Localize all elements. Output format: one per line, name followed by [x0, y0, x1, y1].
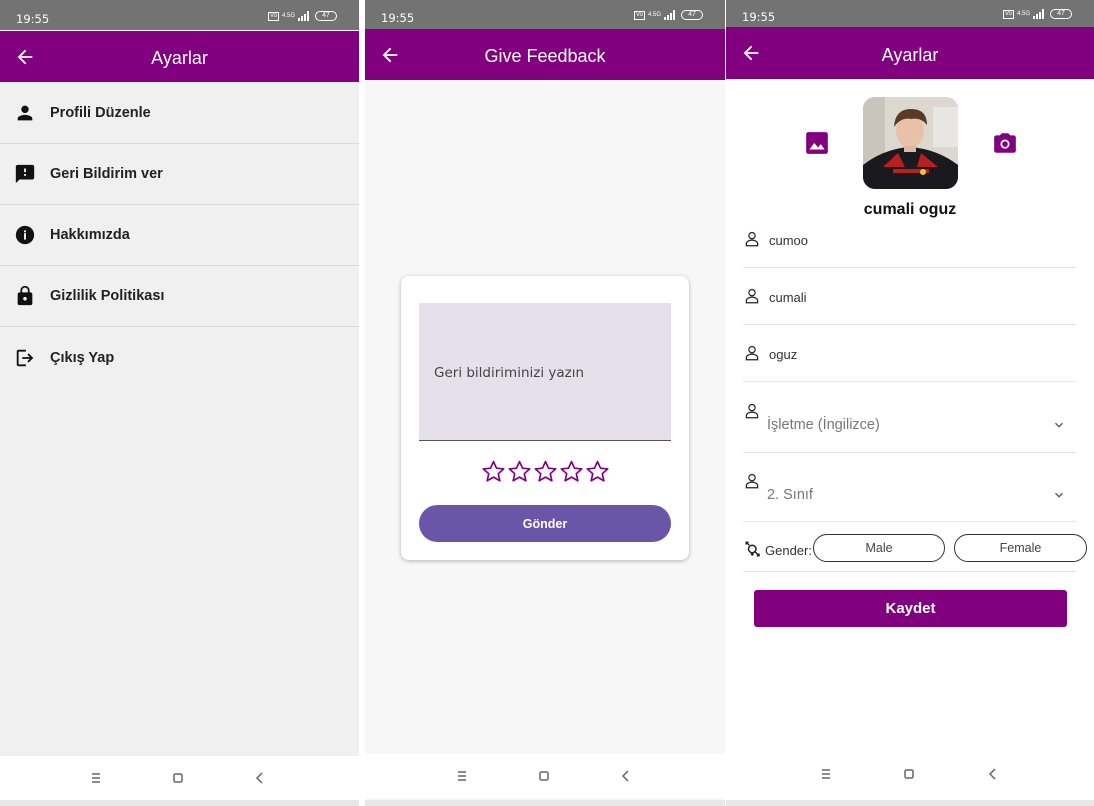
network-type: 4.5G	[281, 13, 295, 19]
page-title: Ayarlar	[151, 48, 208, 68]
profile-full-name: cumali oguz	[863, 201, 957, 218]
volte-icon: Vo	[1002, 9, 1014, 19]
user-outline-icon	[745, 403, 759, 419]
signal-icon	[298, 11, 309, 21]
system-nav-bar	[0, 756, 359, 800]
menu-icon[interactable]	[816, 764, 836, 784]
save-button[interactable]: Kaydet	[754, 590, 1067, 627]
feedback-input[interactable]: Geri bildiriminizi yazın	[419, 303, 671, 441]
home-icon[interactable]	[534, 766, 554, 786]
edit-profile-screen: 19:55 Vo 4.5G 47 Ayarlar cumali oguz cum…	[726, 0, 1094, 806]
star-icon[interactable]	[559, 459, 584, 484]
status-bar: 19:55 Vo 4.5G 47	[0, 0, 359, 30]
home-icon[interactable]	[168, 768, 188, 788]
feedback-screen: 19:55 Vo 4.5G 47 Give Feedback Geri bild…	[365, 0, 725, 806]
user-outline-icon	[745, 288, 759, 304]
page-title: Ayarlar	[881, 45, 939, 65]
info-icon	[15, 225, 35, 245]
network-type: 4.5G	[647, 12, 661, 18]
camera-icon[interactable]	[992, 130, 1018, 156]
user-outline-icon	[745, 473, 759, 489]
username-value: cumoo	[769, 233, 809, 248]
star-icon[interactable]	[507, 459, 532, 484]
star-icon[interactable]	[585, 459, 610, 484]
gender-female-button[interactable]: Female	[954, 534, 1087, 562]
chevron-down-icon	[1055, 492, 1063, 498]
signal-icon	[664, 10, 675, 20]
menu-item-edit-profile[interactable]: Profili Düzenle	[0, 83, 359, 144]
menu-icon[interactable]	[86, 768, 106, 788]
profile-photo	[863, 97, 958, 189]
lock-icon	[17, 285, 33, 306]
menu-item-about[interactable]: Hakkımızda	[0, 205, 359, 266]
home-icon[interactable]	[899, 764, 919, 784]
status-time: 19:55	[742, 10, 776, 24]
bottom-strip	[726, 800, 1094, 806]
status-time: 19:55	[381, 11, 415, 25]
menu-item-label: Profili Düzenle	[50, 105, 151, 121]
back-icon[interactable]	[983, 764, 1003, 784]
rating-stars[interactable]	[481, 459, 610, 484]
network-type: 4.5G	[1016, 11, 1030, 17]
battery-icon: 47	[315, 11, 337, 21]
app-bar: Ayarlar	[726, 27, 1094, 79]
menu-item-privacy[interactable]: Gizlilik Politikası	[0, 266, 359, 327]
menu-item-label: Geri Bildirim ver	[50, 166, 163, 182]
page-title: Give Feedback	[484, 46, 606, 66]
status-icons: Vo 4.5G 47	[1002, 9, 1072, 19]
system-nav-bar	[365, 754, 725, 798]
status-icons: Vo 4.5G 47	[267, 11, 337, 21]
app-bar: Give Feedback	[365, 29, 725, 80]
menu-item-label: Hakkımızda	[50, 227, 130, 243]
menu-item-logout[interactable]: Çıkış Yap	[0, 327, 359, 388]
signal-icon	[1033, 9, 1044, 19]
feedback-icon	[15, 164, 35, 184]
menu-item-label: Gizlilik Politikası	[50, 288, 165, 304]
status-bar: 19:55 Vo 4.5G 47	[365, 0, 725, 29]
battery-icon: 47	[1050, 9, 1072, 19]
star-icon[interactable]	[481, 459, 506, 484]
star-icon[interactable]	[533, 459, 558, 484]
gender-row: Gender: Male Female	[743, 530, 1087, 572]
username-field[interactable]: cumoo	[743, 226, 1076, 268]
gender-male-button[interactable]: Male	[813, 534, 945, 562]
status-bar: 19:55 Vo 4.5G 47	[726, 0, 1094, 27]
gallery-icon[interactable]	[804, 130, 830, 156]
department-select[interactable]: İşletme (İngilizce)	[743, 397, 1076, 453]
status-icons: Vo 4.5G 47	[633, 10, 703, 20]
status-time: 19:55	[16, 12, 50, 26]
feedback-card: Geri bildiriminizi yazın Gönder	[401, 276, 689, 560]
logout-icon	[16, 349, 34, 366]
system-nav-bar	[726, 752, 1094, 796]
user-outline-icon	[745, 345, 759, 361]
last-name-value: oguz	[769, 347, 798, 362]
volte-icon: Vo	[267, 11, 279, 21]
back-icon[interactable]	[616, 766, 636, 786]
menu-item-feedback[interactable]: Geri Bildirim ver	[0, 144, 359, 205]
bottom-strip	[0, 800, 359, 806]
gender-label: Gender:	[765, 543, 812, 558]
send-feedback-button[interactable]: Gönder	[419, 505, 671, 542]
class-value: 2. Sınıf	[767, 487, 813, 503]
first-name-field[interactable]: cumali	[743, 283, 1076, 325]
battery-icon: 47	[681, 10, 703, 20]
avatar[interactable]	[863, 97, 958, 189]
back-icon[interactable]	[250, 768, 270, 788]
volte-icon: Vo	[633, 10, 645, 20]
settings-screen: 19:55 Vo 4.5G 47 Ayarlar Profili Düzenle…	[0, 0, 359, 806]
department-value: İşletme (İngilizce)	[767, 417, 880, 433]
chevron-down-icon	[1055, 422, 1063, 428]
feedback-placeholder: Geri bildiriminizi yazın	[434, 365, 585, 381]
user-outline-icon	[745, 231, 759, 247]
last-name-field[interactable]: oguz	[743, 340, 1076, 382]
menu-icon[interactable]	[452, 766, 472, 786]
first-name-value: cumali	[769, 290, 807, 305]
menu-item-label: Çıkış Yap	[50, 349, 115, 366]
app-bar: Ayarlar	[0, 31, 359, 82]
person-icon	[17, 105, 33, 121]
class-select[interactable]: 2. Sınıf	[743, 467, 1076, 522]
gender-icon	[745, 541, 760, 557]
bottom-strip	[365, 800, 725, 806]
